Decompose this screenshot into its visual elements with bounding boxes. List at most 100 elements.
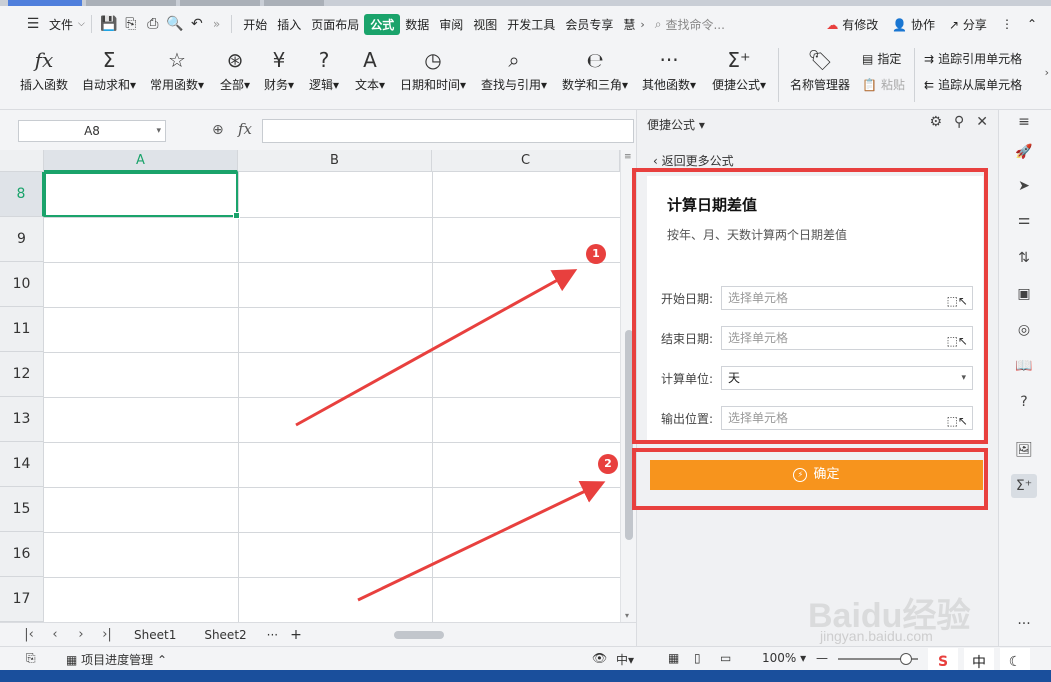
zoom-out-icon[interactable]: — xyxy=(816,651,828,665)
first-sheet-icon[interactable]: |‹ xyxy=(16,627,42,642)
other-functions-button[interactable]: ··· 其他函数▾ xyxy=(642,46,696,93)
undo-icon[interactable]: ↶ xyxy=(186,13,208,35)
macro-icon[interactable]: ⎘ xyxy=(26,651,36,666)
financial-button[interactable]: ¥ 财务▾ xyxy=(264,46,294,93)
transform-icon[interactable]: ⇅ xyxy=(1011,246,1037,270)
collaborate-button[interactable]: 👤 协作 xyxy=(892,16,935,33)
sigma-plus-icon[interactable]: Σ⁺ xyxy=(1011,474,1037,498)
tab-page-layout[interactable]: 页面布局 xyxy=(306,16,364,33)
date-time-button[interactable]: ◷ 日期和时间▾ xyxy=(400,46,466,93)
spreadsheet-grid: A B C 8 9 10 11 12 13 14 15 16 17 ≡ ▾ 1 … xyxy=(0,150,636,622)
image-icon[interactable]: 🖼 xyxy=(1011,438,1037,462)
question-box-icon: ? xyxy=(318,48,330,72)
zoom-search-icon[interactable]: ⊕ xyxy=(212,122,224,138)
chevron-right-icon[interactable]: › xyxy=(640,18,644,31)
zoom-slider-thumb[interactable] xyxy=(900,653,912,665)
search-input[interactable]: 查找命令... xyxy=(665,16,724,33)
fx-icon: fx xyxy=(34,48,54,72)
tab-review[interactable]: 审阅 xyxy=(434,16,468,33)
collapse-ribbon-icon[interactable]: ⌃ xyxy=(1027,17,1037,31)
rocket-icon[interactable]: 🚀 xyxy=(1011,140,1037,164)
sheet-tab[interactable]: Sheet1 xyxy=(120,628,190,642)
panel-title[interactable]: 便捷公式 ▾ xyxy=(647,116,705,133)
common-functions-button[interactable]: ☆ 常用函数▾ xyxy=(150,46,204,93)
text-button[interactable]: A 文本▾ xyxy=(355,46,385,93)
lookup-icon: ⌕ xyxy=(508,48,520,72)
all-functions-button[interactable]: ⊛ 全部▾ xyxy=(220,46,250,93)
more-options-icon[interactable]: ··· xyxy=(1011,612,1037,636)
target-icon[interactable]: ◎ xyxy=(1011,318,1037,342)
scroll-thumb[interactable] xyxy=(394,631,444,639)
eye-protection-icon[interactable]: 👁 xyxy=(592,651,607,665)
ime-toggle[interactable]: 中▾ xyxy=(616,651,634,668)
image-search-icon[interactable]: ▣ xyxy=(1011,282,1037,306)
menu-icon[interactable]: ≡ xyxy=(1011,110,1037,134)
lookup-reference-button[interactable]: ⌕ 查找与引用▾ xyxy=(481,46,547,93)
pin-icon[interactable]: ⚲ xyxy=(954,114,964,130)
assign-button[interactable]: ▤ 指定 xyxy=(862,50,901,67)
more-sheets-icon[interactable]: ··· xyxy=(261,628,284,642)
book-icon[interactable]: 📖 xyxy=(1011,354,1037,378)
page-break-view-icon[interactable]: ▭ xyxy=(720,651,731,665)
page-layout-view-icon[interactable]: ▯ xyxy=(694,651,701,665)
prev-sheet-icon[interactable]: ‹ xyxy=(42,627,68,642)
add-sheet-icon[interactable]: + xyxy=(284,627,308,643)
sheet-tab[interactable]: Sheet2 xyxy=(190,628,260,642)
tab-data[interactable]: 数据 xyxy=(400,16,434,33)
chevron-down-icon[interactable]: ⌵ xyxy=(78,19,85,29)
share-button[interactable]: ↗ 分享 xyxy=(949,16,987,33)
project-button[interactable]: ▦ 项目进度管理 ⌃ xyxy=(66,651,167,668)
horizontal-scrollbar[interactable] xyxy=(380,629,605,641)
divider xyxy=(778,48,779,102)
modified-button[interactable]: ☁ 有修改 xyxy=(826,16,878,33)
name-box[interactable]: A8 ▾ xyxy=(18,120,166,142)
chevron-down-icon[interactable]: ▾ xyxy=(156,121,161,141)
autosum-button[interactable]: Σ 自动求和▾ xyxy=(82,46,136,93)
search-icon: ⌕ xyxy=(654,16,662,31)
trace-dependents-button[interactable]: ⇇ 追踪从属单元格 xyxy=(924,76,1022,93)
name-manager-button[interactable]: 🏷 名称管理器 xyxy=(790,46,850,93)
hamburger-icon[interactable]: ☰ xyxy=(22,13,44,35)
gear-icon[interactable]: ⚙ xyxy=(929,114,942,130)
tab-insert[interactable]: 插入 xyxy=(272,16,306,33)
help-icon[interactable]: ? xyxy=(1011,390,1037,414)
tab-home[interactable]: 开始 xyxy=(238,16,272,33)
user-add-icon: 👤 xyxy=(892,17,908,32)
print-preview-icon[interactable]: 🔍 xyxy=(164,13,186,35)
more-options-icon[interactable]: ⋮ xyxy=(1001,17,1013,31)
command-search[interactable]: ⌕ 查找命令... xyxy=(655,16,725,33)
paste-button[interactable]: 📋 粘贴 xyxy=(862,76,905,93)
zoom-slider[interactable] xyxy=(838,653,918,665)
export-icon[interactable]: ⎘ xyxy=(120,13,142,35)
back-to-formulas-link[interactable]: ‹ 返回更多公式 xyxy=(653,152,734,169)
sliders-icon[interactable]: ⚌ xyxy=(1011,208,1037,232)
cursor-icon[interactable]: ➤ xyxy=(1011,174,1037,198)
tab-member[interactable]: 会员专享 xyxy=(560,16,618,33)
sheet-tab-bar: |‹ ‹ › ›| Sheet1 Sheet2 ··· + xyxy=(0,622,636,646)
tab-view[interactable]: 视图 xyxy=(468,16,502,33)
save-icon[interactable]: 💾 xyxy=(98,13,120,35)
trace-precedents-button[interactable]: ⇉ 追踪引用单元格 xyxy=(924,50,1022,67)
close-icon[interactable]: ✕ xyxy=(976,114,988,130)
print-icon[interactable]: ⎙ xyxy=(142,13,164,35)
tab-smart[interactable]: 慧 xyxy=(618,16,640,33)
file-menu[interactable]: 文件 xyxy=(44,16,78,33)
ribbon-scroll-right-icon[interactable]: › xyxy=(1045,66,1049,79)
formula-bar: A8 ▾ ⊕ fx xyxy=(0,110,636,150)
zoom-level[interactable]: 100% ▾ xyxy=(762,651,806,665)
formula-input[interactable] xyxy=(262,119,634,143)
insert-function-button[interactable]: fx 插入函数 xyxy=(20,46,68,93)
math-icon: ℮ xyxy=(586,48,604,72)
annotation-marker-2: 2 xyxy=(598,454,618,474)
more-tools-icon[interactable]: » xyxy=(208,17,225,31)
next-sheet-icon[interactable]: › xyxy=(68,627,94,642)
logical-button[interactable]: ? 逻辑▾ xyxy=(309,46,339,93)
math-trig-button[interactable]: ℮ 数学和三角▾ xyxy=(562,46,628,93)
last-sheet-icon[interactable]: ›| xyxy=(94,627,120,642)
tab-developer[interactable]: 开发工具 xyxy=(502,16,560,33)
quick-formula-button[interactable]: Σ⁺ 便捷公式▾ xyxy=(712,46,766,93)
tab-formulas[interactable]: 公式 xyxy=(364,13,401,35)
divider xyxy=(90,15,92,33)
normal-view-icon[interactable]: ▦ xyxy=(668,651,679,665)
fx-icon[interactable]: fx xyxy=(238,120,252,138)
